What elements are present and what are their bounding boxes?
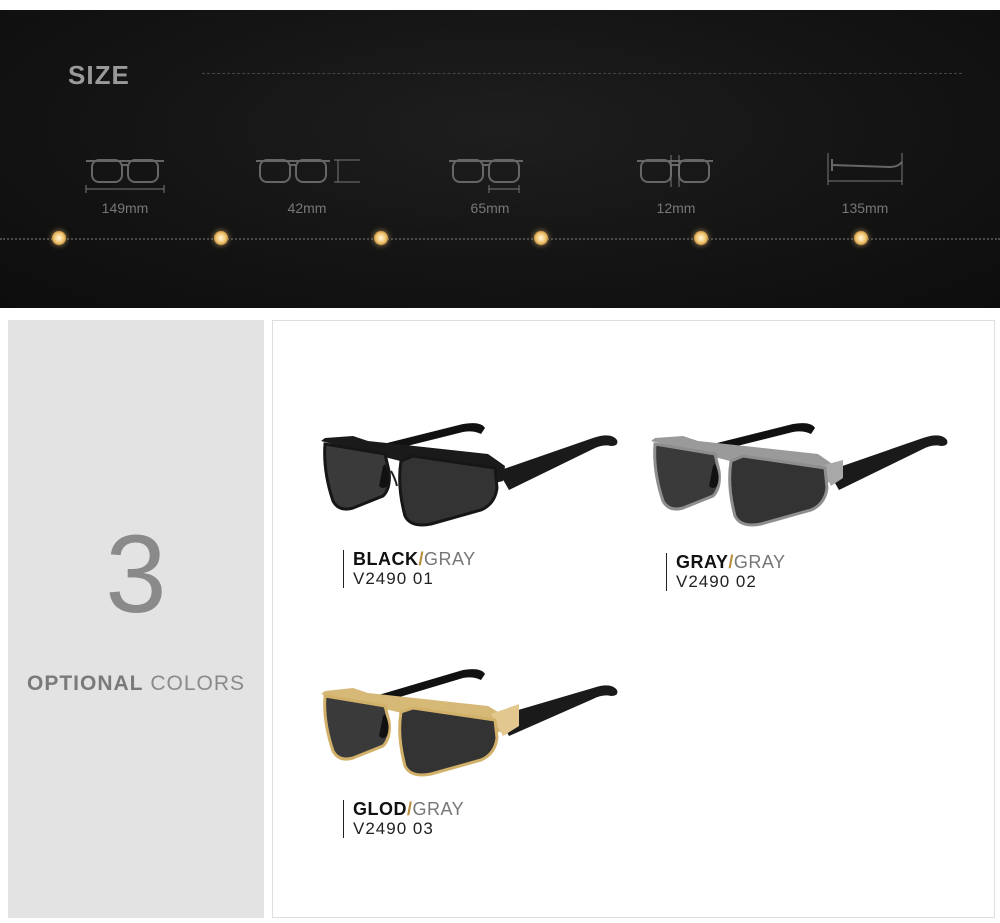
lens-color: GRAY bbox=[733, 552, 786, 572]
sunglasses-black-icon bbox=[321, 423, 618, 527]
size-panel: SIZE 149mm 42mm 65mm 12mm 135mm bbox=[0, 10, 1000, 308]
model-number: V2490 03 bbox=[353, 819, 434, 838]
frame-color: BLACK bbox=[353, 549, 419, 569]
color-name: GRAY/GRAY bbox=[676, 553, 786, 572]
product-image-gray bbox=[643, 416, 953, 531]
model-number: V2490 01 bbox=[353, 569, 434, 588]
sunglasses-gray-icon bbox=[651, 423, 948, 527]
lens-color: GRAY bbox=[412, 799, 465, 819]
optional-colors-label: OPTIONAL COLORS bbox=[8, 672, 264, 696]
lens-width-icon bbox=[256, 159, 360, 183]
marker-dot bbox=[854, 231, 868, 245]
size-title: SIZE bbox=[68, 60, 130, 90]
divider bbox=[202, 73, 962, 74]
dimension-label: 149mm bbox=[101, 200, 149, 216]
lens-color: GRAY bbox=[424, 549, 476, 569]
optional-label: OPTIONAL bbox=[26, 672, 144, 695]
color-name: GLOD/GRAY bbox=[353, 800, 464, 819]
dimension-temple-length: 135mm bbox=[790, 145, 940, 225]
color-count: 3 bbox=[105, 513, 167, 636]
temple-length-icon bbox=[827, 153, 903, 185]
marker-dot bbox=[52, 231, 66, 245]
dimension-label: 42mm bbox=[287, 200, 327, 216]
model-number: V2490 02 bbox=[676, 572, 757, 591]
dotted-timeline bbox=[0, 238, 1000, 240]
sunglasses-gold-icon bbox=[321, 669, 618, 777]
marker-dot bbox=[374, 231, 388, 245]
dimension-label: 65mm bbox=[470, 200, 510, 216]
product-caption-gold: GLOD/GRAY V2490 03 bbox=[343, 800, 464, 838]
bridge-width-icon bbox=[637, 155, 713, 187]
marker-dot bbox=[214, 231, 228, 245]
frame-color: GRAY bbox=[676, 552, 729, 572]
frame-color: GLOD bbox=[353, 799, 407, 819]
frame-width-icon bbox=[85, 159, 165, 193]
dimension-lens-width: 42mm bbox=[232, 145, 382, 225]
optional-colors-panel: 3 OPTIONAL COLORS bbox=[8, 320, 264, 918]
dimension-bridge-width: 12mm bbox=[601, 145, 751, 225]
marker-dot bbox=[694, 231, 708, 245]
color-name: BLACK/GRAY bbox=[353, 550, 476, 569]
dimension-frame-width: 149mm bbox=[50, 145, 200, 225]
lens-height-icon bbox=[449, 159, 523, 193]
product-image-gold bbox=[313, 666, 623, 781]
dimension-label: 135mm bbox=[841, 200, 889, 216]
dimension-lens-height: 65mm bbox=[415, 145, 565, 225]
product-caption-gray: GRAY/GRAY V2490 02 bbox=[666, 553, 786, 591]
product-panel: BLACK/GRAY V2490 01 GRAY/GRAY V2490 02 G… bbox=[272, 320, 995, 918]
product-caption-black: BLACK/GRAY V2490 01 bbox=[343, 550, 476, 588]
dimension-label: 12mm bbox=[656, 200, 696, 216]
marker-dot bbox=[534, 231, 548, 245]
product-image-black bbox=[313, 416, 623, 531]
colors-label: COLORS bbox=[150, 672, 246, 695]
